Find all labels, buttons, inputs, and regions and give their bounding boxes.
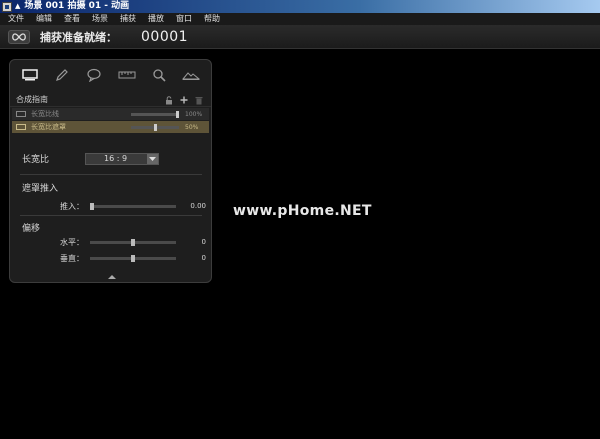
offset-vertical-row: 垂直： 0	[10, 253, 211, 263]
mask-push-row: 推入： 0.00	[10, 201, 211, 211]
monitor-icon	[22, 69, 38, 81]
guide-frame-icon	[16, 124, 26, 130]
mask-push-knob[interactable]	[90, 202, 94, 210]
composition-guides-title: 合成指南	[16, 95, 48, 104]
offset-horizontal-row: 水平： 0	[10, 237, 211, 247]
guide-opacity-slider[interactable]	[131, 110, 179, 118]
guide-frame-icon	[16, 111, 26, 117]
mask-push-title: 遮罩推入	[22, 184, 59, 194]
aspect-ratio-value: 16 : 9	[104, 154, 128, 163]
menu-bar: 文件 编辑 查看 场景 捕获 播放 窗口 帮助	[0, 13, 600, 25]
offset-horizontal-slider[interactable]	[90, 238, 176, 246]
speech-bubble-icon	[87, 68, 101, 82]
ruler-tool-button[interactable]	[116, 65, 138, 85]
app-icon	[2, 1, 12, 12]
offset-vertical-slider[interactable]	[90, 254, 176, 262]
mask-push-label: 推入：	[60, 201, 84, 211]
zoom-tool-button[interactable]	[148, 65, 170, 85]
guide-opacity-value: 50%	[185, 123, 199, 131]
capture-status-label: 捕获准备就绪：	[40, 30, 117, 44]
offset-vertical-knob[interactable]	[131, 254, 135, 262]
onion-skin-tool-button[interactable]	[180, 65, 202, 85]
offset-horizontal-value: 0	[201, 238, 206, 246]
menu-capture[interactable]: 捕获	[120, 13, 136, 25]
offset-title: 偏移	[22, 224, 41, 234]
draw-tool-button[interactable]	[51, 65, 73, 85]
offset-horizontal-label: 水平：	[60, 237, 84, 247]
guide-row-aspect-mask[interactable]: 长宽比遮罩 50%	[12, 121, 209, 133]
mask-push-value: 0.00	[190, 202, 206, 210]
offset-horizontal-knob[interactable]	[131, 238, 135, 246]
monitor-tool-button[interactable]	[19, 65, 41, 85]
menu-view[interactable]: 查看	[64, 13, 80, 25]
menu-help[interactable]: 帮助	[204, 13, 220, 25]
guide-opacity-value: 100%	[185, 110, 203, 118]
note-tool-button[interactable]	[83, 65, 105, 85]
capture-status-bar: 捕获准备就绪： 00001	[0, 25, 600, 49]
menu-scene[interactable]: 场景	[92, 13, 108, 25]
pencil-icon	[56, 69, 69, 81]
offset-vertical-label: 垂直：	[60, 253, 84, 263]
loop-button[interactable]	[8, 29, 30, 44]
magnifier-icon	[153, 69, 166, 82]
infinity-icon	[12, 32, 26, 41]
aspect-ratio-label: 长宽比	[22, 155, 50, 165]
guide-name: 长宽比遮罩	[31, 123, 66, 131]
guide-opacity-knob[interactable]	[176, 110, 179, 118]
menu-file[interactable]: 文件	[8, 13, 24, 25]
aspect-ratio-select[interactable]: 16 : 9	[85, 152, 160, 165]
window-titlebar: ▲ 场景 001 拍摄 01 - 动画	[0, 0, 600, 13]
composition-panel: 合成指南 长宽比线 100% 长宽比遮罩 50% 长宽比 16: 9 遮罩推入…	[9, 59, 212, 283]
add-icon[interactable]	[180, 96, 188, 104]
menu-playback[interactable]: 播放	[148, 13, 164, 25]
aspect-ratio-row: 长宽比 16 : 9	[22, 152, 160, 165]
offset-vertical-value: 0	[201, 254, 206, 262]
collapse-panel-button[interactable]	[108, 275, 116, 279]
chevron-down-icon	[147, 153, 159, 164]
menu-window[interactable]: 窗口	[176, 13, 192, 25]
menu-edit[interactable]: 编辑	[36, 13, 52, 25]
frame-counter: 00001	[141, 28, 189, 45]
guides-header-actions	[165, 93, 203, 107]
mask-push-slider[interactable]	[90, 202, 176, 210]
window-title: 场景 001 拍摄 01 - 动画	[24, 1, 130, 11]
lock-icon[interactable]	[165, 95, 173, 105]
title-marker: ▲	[15, 2, 21, 10]
guide-row-aspect-lines[interactable]: 长宽比线 100%	[12, 108, 209, 120]
divider	[20, 215, 202, 216]
guide-opacity-slider[interactable]	[131, 123, 179, 131]
panel-toolbar	[10, 60, 211, 90]
watermark-text: www.pHome.NET	[233, 203, 372, 219]
guide-name: 长宽比线	[31, 110, 59, 118]
divider	[20, 174, 202, 175]
mountain-icon	[181, 72, 200, 80]
composition-guides-header: 合成指南	[10, 93, 211, 107]
guide-opacity-knob[interactable]	[154, 123, 157, 131]
ruler-icon	[118, 71, 136, 79]
trash-icon[interactable]	[195, 96, 203, 105]
